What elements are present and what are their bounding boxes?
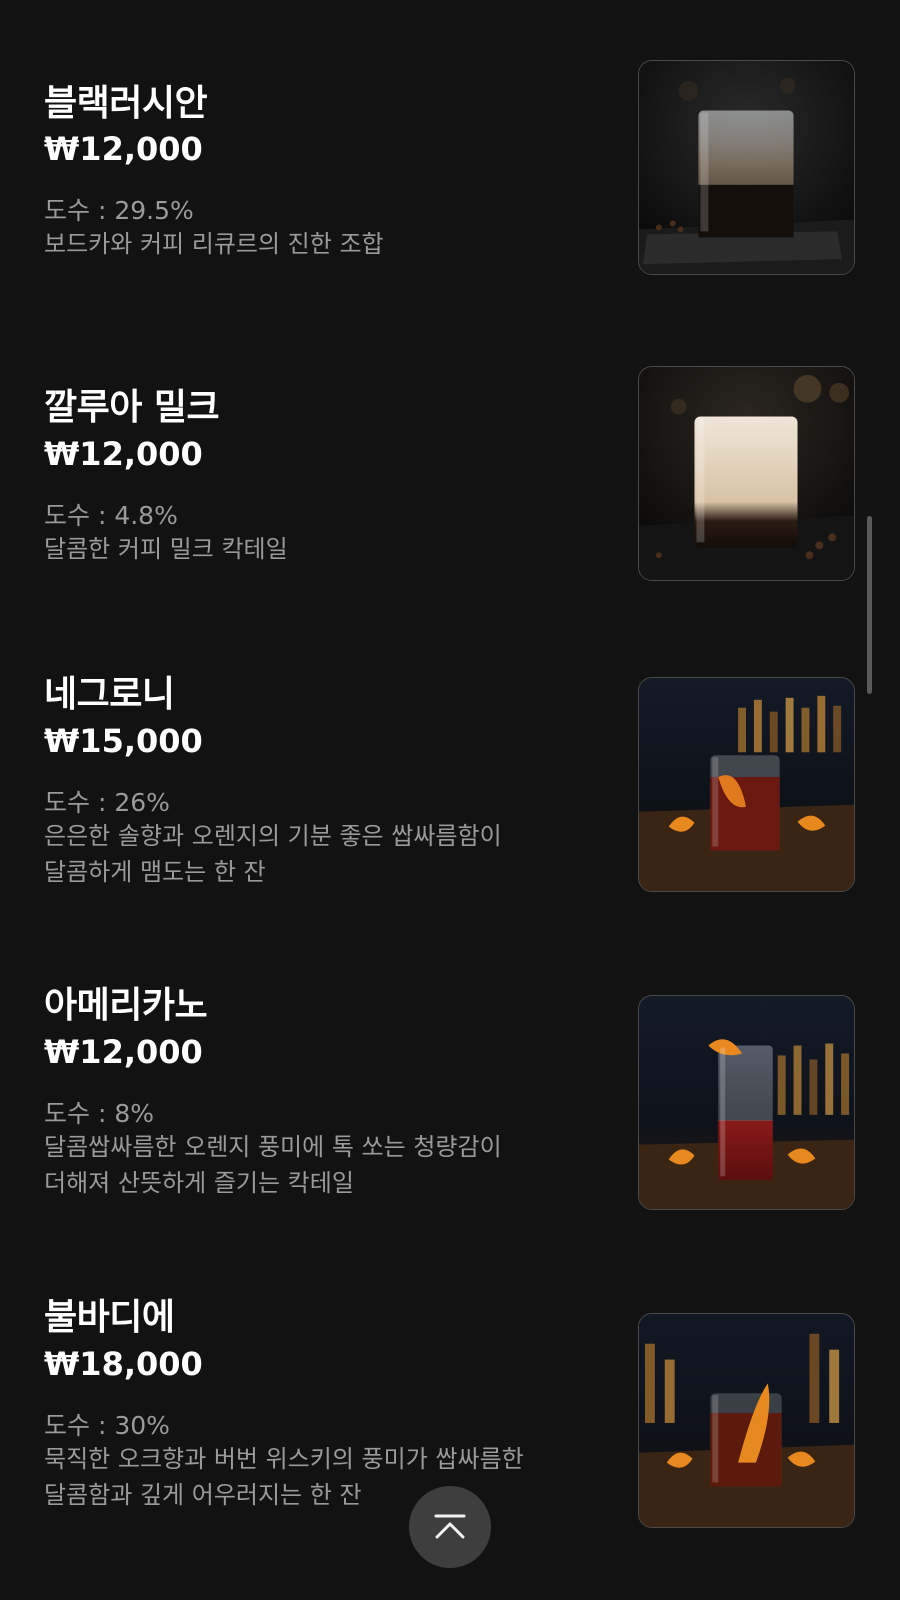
item-name: 깔루아 밀크 bbox=[44, 387, 220, 428]
item-name: 아메리카노 bbox=[44, 985, 208, 1026]
item-description: 보드카와 커피 리큐르의 진한 조합 bbox=[44, 226, 584, 262]
item-name: 불바디에 bbox=[44, 1297, 175, 1338]
scrollbar-thumb[interactable] bbox=[867, 516, 872, 694]
chevron-up-icon bbox=[434, 1514, 466, 1539]
item-description-line: 묵직한 오크향과 버번 위스키의 풍미가 쌉싸름한 bbox=[44, 1445, 524, 1473]
item-price: ₩12,000 bbox=[44, 130, 203, 168]
item-description: 은은한 솔향과 오렌지의 기분 좋은 쌉싸름함이 달콤하게 맴도는 한 잔 bbox=[44, 818, 584, 890]
item-name: 블랙러시안 bbox=[44, 83, 208, 124]
item-abv: 도수 : 8% bbox=[44, 1099, 154, 1128]
item-description-line: 보드카와 커피 리큐르의 진한 조합 bbox=[44, 230, 384, 258]
item-description-line: 달콤쌉싸름한 오렌지 풍미에 톡 쏘는 청량감이 bbox=[44, 1133, 502, 1161]
item-price: ₩15,000 bbox=[44, 722, 203, 760]
item-abv: 도수 : 26% bbox=[44, 788, 170, 817]
item-description-line: 은은한 솔향과 오렌지의 기분 좋은 쌉싸름함이 bbox=[44, 822, 502, 850]
item-name: 네그로니 bbox=[44, 674, 175, 715]
scroll-to-top-button[interactable] bbox=[409, 1486, 491, 1568]
item-abv: 도수 : 30% bbox=[44, 1411, 170, 1440]
negroni-photo[interactable] bbox=[638, 677, 855, 892]
item-abv: 도수 : 29.5% bbox=[44, 196, 194, 225]
kahlua-milk-photo[interactable] bbox=[638, 366, 855, 581]
item-description-line: 달콤함과 깊게 어우러지는 한 잔 bbox=[44, 1481, 362, 1509]
item-description-line: 더해져 산뜻하게 즐기는 칵테일 bbox=[44, 1169, 354, 1197]
item-price: ₩18,000 bbox=[44, 1345, 203, 1383]
item-description: 달콤한 커피 밀크 칵테일 bbox=[44, 531, 584, 567]
cocktail-menu-list: 블랙러시안 ₩12,000 도수 : 29.5% 보드카와 커피 리큐르의 진한… bbox=[0, 0, 900, 1600]
item-description: 묵직한 오크향과 버번 위스키의 풍미가 쌉싸름한 달콤함과 깊게 어우러지는 … bbox=[44, 1441, 584, 1513]
boulevardier-photo[interactable] bbox=[638, 1313, 855, 1528]
item-description: 달콤쌉싸름한 오렌지 풍미에 톡 쏘는 청량감이 더해져 산뜻하게 즐기는 칵테… bbox=[44, 1129, 584, 1201]
item-price: ₩12,000 bbox=[44, 435, 203, 473]
item-abv: 도수 : 4.8% bbox=[44, 501, 178, 530]
item-description-line: 달콤하게 맴도는 한 잔 bbox=[44, 858, 266, 886]
black-russian-photo[interactable] bbox=[638, 60, 855, 275]
item-description-line: 달콤한 커피 밀크 칵테일 bbox=[44, 535, 288, 563]
item-price: ₩12,000 bbox=[44, 1033, 203, 1071]
americano-photo[interactable] bbox=[638, 995, 855, 1210]
